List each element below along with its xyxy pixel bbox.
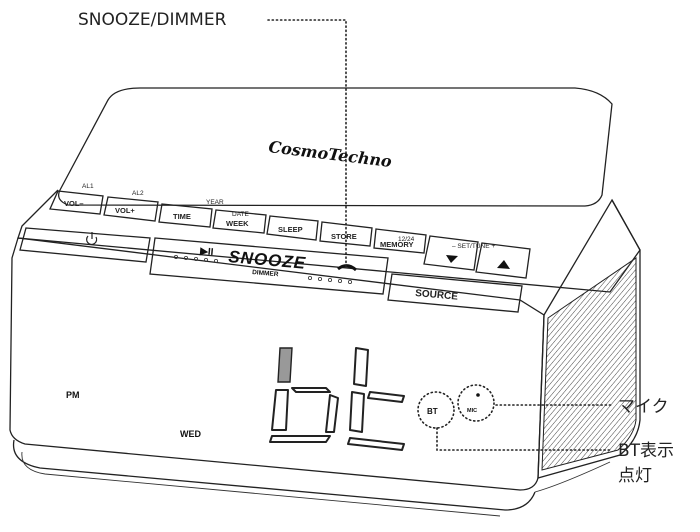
time-button[interactable]: TIME (158, 203, 213, 228)
vol-minus-button[interactable]: VOL– (49, 190, 104, 215)
sleep-button[interactable]: SLEEP (266, 215, 319, 241)
bt-callout-line1: BT表示 (618, 441, 674, 461)
time-label: TIME (173, 212, 191, 221)
year-label: YEAR (206, 199, 224, 206)
vol-plus-button[interactable]: VOL+ (103, 196, 159, 222)
sleep-label: SLEEP (278, 225, 303, 234)
memory-button[interactable]: MEMORY (373, 228, 427, 254)
al2-label: AL2 (132, 190, 144, 197)
memory-label: MEMORY (380, 240, 413, 249)
clock-radio-diagram: CosmoTechno AL1 AL2 VOL– VOL+ YEAR DATE … (0, 0, 674, 517)
snooze-dimmer-callout: SNOOZE/DIMMER (78, 10, 227, 30)
lower-keys: ▶II SNOOZE DIMMER SOURCE (19, 227, 523, 313)
segment-digit-b (269, 347, 339, 443)
snooze-dimmer-bar[interactable]: ▶II SNOOZE DIMMER (149, 237, 389, 295)
bt-label: BT (427, 407, 438, 416)
pm-indicator: PM (66, 390, 80, 400)
bt-indicator: BT (417, 391, 455, 429)
week-label: WEEK (226, 219, 249, 228)
tune-down-button[interactable] (423, 235, 479, 271)
brand-logo: CosmoTechno (268, 137, 394, 171)
dimmer-label: DIMMER (252, 269, 279, 278)
mic-hole-icon (476, 393, 480, 397)
mic-callout: マイク (618, 397, 669, 417)
up-arrow-icon (497, 260, 510, 269)
display-text: bt (0, 0, 2, 1)
al1-label: AL1 (82, 183, 94, 190)
mic-label: MIC (467, 408, 477, 414)
store-button[interactable]: STORE (319, 221, 373, 247)
down-arrow-icon (446, 255, 458, 263)
snooze-label: SNOOZE (228, 247, 307, 273)
mic-indicator: MIC (457, 384, 495, 422)
segment-digit-t (347, 347, 405, 451)
speaker-grille (541, 257, 637, 471)
bt-callout-line2: 点灯 (618, 466, 652, 486)
day-indicator: WED (180, 429, 201, 439)
source-button[interactable]: SOURCE (387, 273, 523, 313)
power-button[interactable] (19, 227, 151, 263)
source-label: SOURCE (415, 288, 459, 303)
base-rim (21, 451, 501, 517)
snooze-dots-right (307, 275, 352, 284)
store-label: STORE (331, 232, 357, 241)
play-pause-icon: ▶II (199, 246, 214, 258)
vol-plus-label: VOL+ (115, 206, 135, 215)
vol-minus-label: VOL– (64, 199, 84, 208)
